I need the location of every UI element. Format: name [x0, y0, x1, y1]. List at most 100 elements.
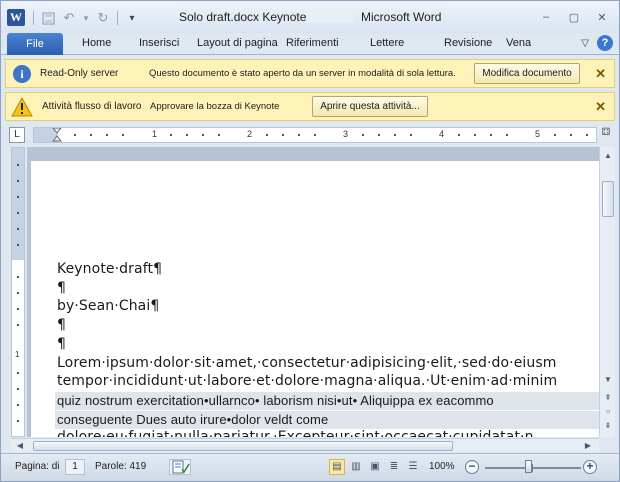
ruler-tick — [17, 372, 19, 374]
tab-selector[interactable]: L — [9, 127, 25, 143]
select-browse-object-icon[interactable]: ○ — [601, 405, 615, 419]
message-text: Approvare la bozza di Keynote — [150, 101, 280, 112]
tab-insert[interactable]: Inserisci — [139, 37, 179, 49]
help-icon[interactable]: ? — [597, 35, 613, 51]
edit-document-button[interactable]: Modifica documento — [474, 63, 580, 84]
ruler-tick — [17, 388, 19, 390]
ruler-tick — [17, 292, 19, 294]
close-message-icon[interactable]: ✕ — [595, 66, 606, 82]
quick-access-toolbar: ↶ ▾ ↻ ▾ — [31, 8, 141, 28]
word-count[interactable]: Parole: 419 — [95, 461, 146, 472]
info-icon: i — [13, 65, 31, 83]
ruler-number: 1 — [152, 129, 158, 139]
outline-view-icon[interactable]: ≣ — [386, 459, 402, 475]
tab-page-layout[interactable]: Layout di pagina — [197, 37, 278, 49]
word-app-icon[interactable]: W — [7, 9, 25, 26]
zoom-slider-track[interactable] — [485, 467, 581, 469]
document-line: ¶ — [57, 280, 67, 296]
ruler-tick — [17, 196, 19, 198]
page-indicator[interactable]: Pagina: di — [15, 461, 59, 472]
message-text: Questo documento è stato aperto da un se… — [149, 68, 456, 79]
full-screen-reading-view-icon[interactable]: ▥ — [348, 459, 364, 475]
qat-separator — [117, 11, 118, 25]
previous-page-icon[interactable]: ⇞ — [601, 391, 615, 405]
ruler-tick — [202, 134, 204, 136]
scroll-down-icon[interactable]: ▼ — [601, 373, 615, 387]
zoom-in-icon[interactable]: + — [583, 460, 597, 474]
zoom-out-icon[interactable]: − — [465, 460, 479, 474]
save-icon[interactable] — [39, 9, 57, 27]
ruler-tick — [314, 134, 316, 136]
undo-icon[interactable]: ↶ — [60, 9, 78, 27]
web-layout-view-icon[interactable]: ▣ — [367, 459, 383, 475]
ruler-tick — [570, 134, 572, 136]
ruler-tick — [506, 134, 508, 136]
document-line: by·Sean·Chai¶ — [57, 298, 160, 314]
ruler-tick — [17, 180, 19, 182]
ruler-tick — [106, 134, 108, 136]
scroll-right-icon[interactable]: ▶ — [581, 439, 595, 453]
warning-icon — [11, 97, 33, 117]
ruler-tick — [17, 212, 19, 214]
view-ruler-icon[interactable]: ⚃ — [599, 127, 613, 143]
tab-review[interactable]: Revisione — [444, 37, 492, 49]
horizontal-scrollbar[interactable]: ◀ ▶ — [11, 438, 599, 452]
tab-view[interactable]: Vena — [506, 37, 531, 49]
document-area: Keynote·draft¶ ¶ by·Sean·Chai¶ ¶ ¶ Lorem… — [27, 147, 599, 437]
ruler-tick — [17, 164, 19, 166]
minimize-icon[interactable]: – — [533, 7, 559, 27]
page-number-box: 1 — [65, 459, 85, 475]
zoom-slider-thumb[interactable] — [525, 460, 532, 473]
ruler-tick — [17, 324, 19, 326]
horizontal-scroll-thumb[interactable] — [33, 441, 453, 451]
proofing-icon[interactable] — [169, 459, 191, 475]
status-bar: Pagina: di 1 Parole: 419 ▤ ▥ ▣ ≣ ☰ 100% … — [1, 453, 619, 481]
ruler-tick — [586, 134, 588, 136]
customize-qat-icon[interactable]: ▾ — [123, 9, 141, 27]
minimize-ribbon-icon[interactable]: ▽ — [581, 38, 589, 49]
ruler-tick — [490, 134, 492, 136]
ruler-tick — [298, 134, 300, 136]
tab-home[interactable]: Home — [82, 37, 111, 49]
scroll-left-icon[interactable]: ◀ — [13, 439, 27, 453]
ruler-number: 4 — [439, 129, 445, 139]
app-title: Microsoft Word — [361, 10, 442, 24]
highlighted-line: conseguente Dues auto irure•dolor veldt … — [57, 412, 329, 427]
indent-marker-icon[interactable] — [52, 128, 62, 142]
title-bar: W ↶ ▾ ↻ ▾ Solo draft.docx Keynote - Micr… — [1, 1, 619, 33]
ruler-tick — [266, 134, 268, 136]
next-page-icon[interactable]: ⇟ — [601, 419, 615, 433]
read-only-message-bar: i Read-Only server Questo documento è st… — [5, 59, 615, 88]
ruler-tick — [17, 244, 19, 246]
qat-dropdown-icon[interactable]: ▾ — [81, 9, 91, 27]
print-layout-view-icon[interactable]: ▤ — [329, 459, 345, 475]
ruler-tick — [282, 134, 284, 136]
vertical-ruler[interactable]: 1 — [11, 147, 25, 437]
draft-view-icon[interactable]: ☰ — [405, 459, 421, 475]
restore-icon[interactable]: ▢ — [561, 7, 587, 27]
close-message-icon[interactable]: ✕ — [595, 99, 606, 115]
highlighted-line: quiz nostrum exercitation•ullarnco• labo… — [57, 393, 494, 408]
ruler-tick — [170, 134, 172, 136]
tab-file[interactable]: File — [7, 33, 63, 55]
redo-icon[interactable]: ↻ — [94, 9, 112, 27]
page-number: 1 — [72, 461, 78, 472]
vertical-scrollbar[interactable]: ▲ ▼ ⇞ ○ ⇟ — [599, 147, 615, 437]
document-page[interactable]: Keynote·draft¶ ¶ by·Sean·Chai¶ ¶ ¶ Lorem… — [31, 161, 599, 437]
zoom-level[interactable]: 100% — [429, 461, 455, 472]
ruler-tick — [218, 134, 220, 136]
vertical-scroll-thumb[interactable] — [602, 181, 614, 217]
tab-mailings[interactable]: Lettere — [370, 37, 404, 49]
tab-references[interactable]: Riferimenti — [286, 37, 339, 49]
scroll-up-icon[interactable]: ▲ — [601, 149, 615, 163]
document-title: Solo draft.docx Keynote - — [179, 10, 314, 24]
ruler-tick — [74, 134, 76, 136]
document-line: dolore·eu·fugiat·nulla·pariatur.·Excepte… — [57, 429, 534, 437]
horizontal-ruler[interactable]: 1 2 3 4 5 — [33, 127, 597, 143]
window-controls: – ▢ ✕ — [533, 7, 615, 27]
ribbon-tabs: File Home Inserisci Layout di pagina Rif… — [1, 33, 619, 55]
ruler-number: 2 — [247, 129, 253, 139]
open-task-button[interactable]: Aprire questa attività... — [312, 96, 428, 117]
ruler-tick — [17, 404, 19, 406]
close-icon[interactable]: ✕ — [589, 7, 615, 27]
